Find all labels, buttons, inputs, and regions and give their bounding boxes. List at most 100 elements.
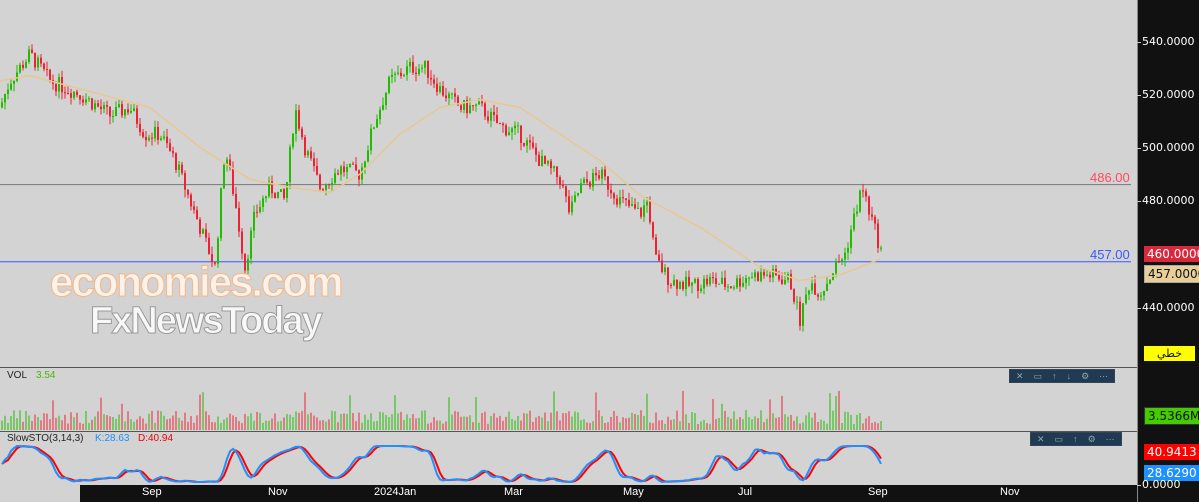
candle-body — [172, 150, 174, 154]
candle-body — [700, 288, 702, 292]
candle-body — [379, 109, 381, 120]
candle-body — [649, 201, 651, 223]
candle-body — [76, 91, 78, 96]
candle-body — [286, 182, 288, 198]
stochastic-label: SlowSTO(3,14,3) — [7, 433, 84, 444]
candle-body — [400, 72, 402, 77]
candle-body — [55, 83, 57, 92]
arrow-up-icon[interactable]: ↑ — [1073, 434, 1078, 444]
candle-body — [619, 197, 621, 205]
candle-body — [796, 301, 798, 303]
price-chart[interactable]: economies.com FxNewsToday 486.00 457.00 — [0, 0, 1137, 366]
candle-body — [31, 49, 33, 53]
candle-body — [772, 268, 774, 278]
candle-body — [730, 286, 732, 289]
candle-body — [67, 93, 69, 95]
candle-body — [880, 247, 882, 249]
candle-body — [409, 61, 411, 67]
candle-body — [85, 99, 87, 103]
chart-mode-button[interactable]: خطي — [1144, 346, 1195, 361]
candle-body — [655, 237, 657, 255]
gear-icon[interactable]: ⚙ — [1088, 434, 1096, 445]
candle-body — [475, 104, 477, 106]
candle-body — [364, 161, 366, 168]
candle-body — [844, 252, 846, 260]
candle-body — [154, 126, 156, 139]
time-tick: Jul — [738, 486, 753, 498]
candle-body — [829, 279, 831, 284]
candle-body — [490, 111, 492, 121]
candle-body — [175, 153, 177, 170]
candle-body — [340, 166, 342, 175]
candle-body — [376, 119, 378, 128]
stochastic-panel[interactable]: SlowSTO(3,14,3) K:28.63 D:40.94 ✕ ▭ ↑ ⚙ ⋯ — [0, 431, 1137, 486]
candle-body — [574, 195, 576, 202]
candle-body — [235, 193, 237, 208]
time-tick: Nov — [1000, 486, 1020, 498]
candle-body — [727, 286, 729, 288]
arrow-up-icon[interactable]: ↑ — [1052, 371, 1057, 381]
candle-body — [274, 193, 276, 199]
candle-body — [46, 69, 48, 71]
candle-body — [13, 80, 15, 84]
maximize-icon[interactable]: ▭ — [1034, 371, 1043, 382]
candle-body — [508, 132, 510, 136]
candle-body — [418, 68, 420, 74]
candle-body — [763, 271, 765, 276]
candle-body — [316, 165, 318, 175]
candle-body — [307, 151, 309, 156]
candle-body — [454, 93, 456, 97]
candle-body — [673, 279, 675, 286]
candle-body — [628, 199, 630, 206]
price-axis[interactable]: 540.0000 520.0000 500.0000 480.0000 440.… — [1137, 0, 1199, 502]
candle-body — [325, 184, 327, 190]
candle-body — [748, 277, 750, 279]
candle-body — [283, 189, 285, 198]
candle-body — [679, 281, 681, 289]
time-axis: Sep Nov 2024Jan Mar May Jul Sep Nov — [80, 485, 1137, 502]
arrow-down-icon[interactable]: ↓ — [1067, 371, 1072, 381]
candle-body — [343, 166, 345, 173]
price-tick: 440.0000 — [1137, 301, 1195, 314]
candle-body — [97, 103, 99, 107]
candle-body — [301, 128, 303, 138]
close-icon[interactable]: ✕ — [1037, 434, 1045, 445]
candle-body — [742, 282, 744, 287]
candle-body — [367, 150, 369, 162]
candle-body — [460, 105, 462, 110]
candle-body — [688, 276, 690, 286]
candle-body — [484, 103, 486, 117]
candle-body — [169, 143, 171, 151]
candle-body — [538, 154, 540, 167]
candle-body — [871, 214, 873, 217]
more-icon[interactable]: ⋯ — [1106, 434, 1115, 445]
maximize-icon[interactable]: ▭ — [1055, 434, 1064, 445]
candle-body — [820, 295, 822, 297]
candle-body — [250, 230, 252, 259]
candle-body — [421, 67, 423, 69]
candle-body — [523, 142, 525, 146]
candle-body — [277, 191, 279, 199]
candle-body — [622, 197, 624, 199]
price-tick: 540.0000 — [1137, 35, 1195, 48]
more-icon[interactable]: ⋯ — [1099, 371, 1108, 382]
candle-body — [193, 206, 195, 210]
candle-body — [670, 284, 672, 286]
candle-body — [631, 204, 633, 206]
candle-body — [304, 137, 306, 156]
candle-body — [292, 133, 294, 147]
candle-body — [610, 189, 612, 194]
candle-body — [115, 106, 117, 117]
volume-panel[interactable]: VOL 3.54 ✕ ▭ ↑ ↓ ⚙ ⋯ — [0, 367, 1137, 431]
candle-body — [811, 283, 813, 291]
close-icon[interactable]: ✕ — [1016, 371, 1024, 382]
stochastic-k: K:28.63 — [95, 433, 130, 444]
gear-icon[interactable]: ⚙ — [1081, 371, 1089, 382]
time-tick: Sep — [142, 486, 162, 498]
candle-body — [571, 201, 573, 213]
candle-body — [505, 125, 507, 136]
candle-body — [652, 222, 654, 238]
candle-body — [646, 201, 648, 206]
candle-body — [49, 69, 51, 81]
price-tick: 520.0000 — [1137, 88, 1195, 101]
